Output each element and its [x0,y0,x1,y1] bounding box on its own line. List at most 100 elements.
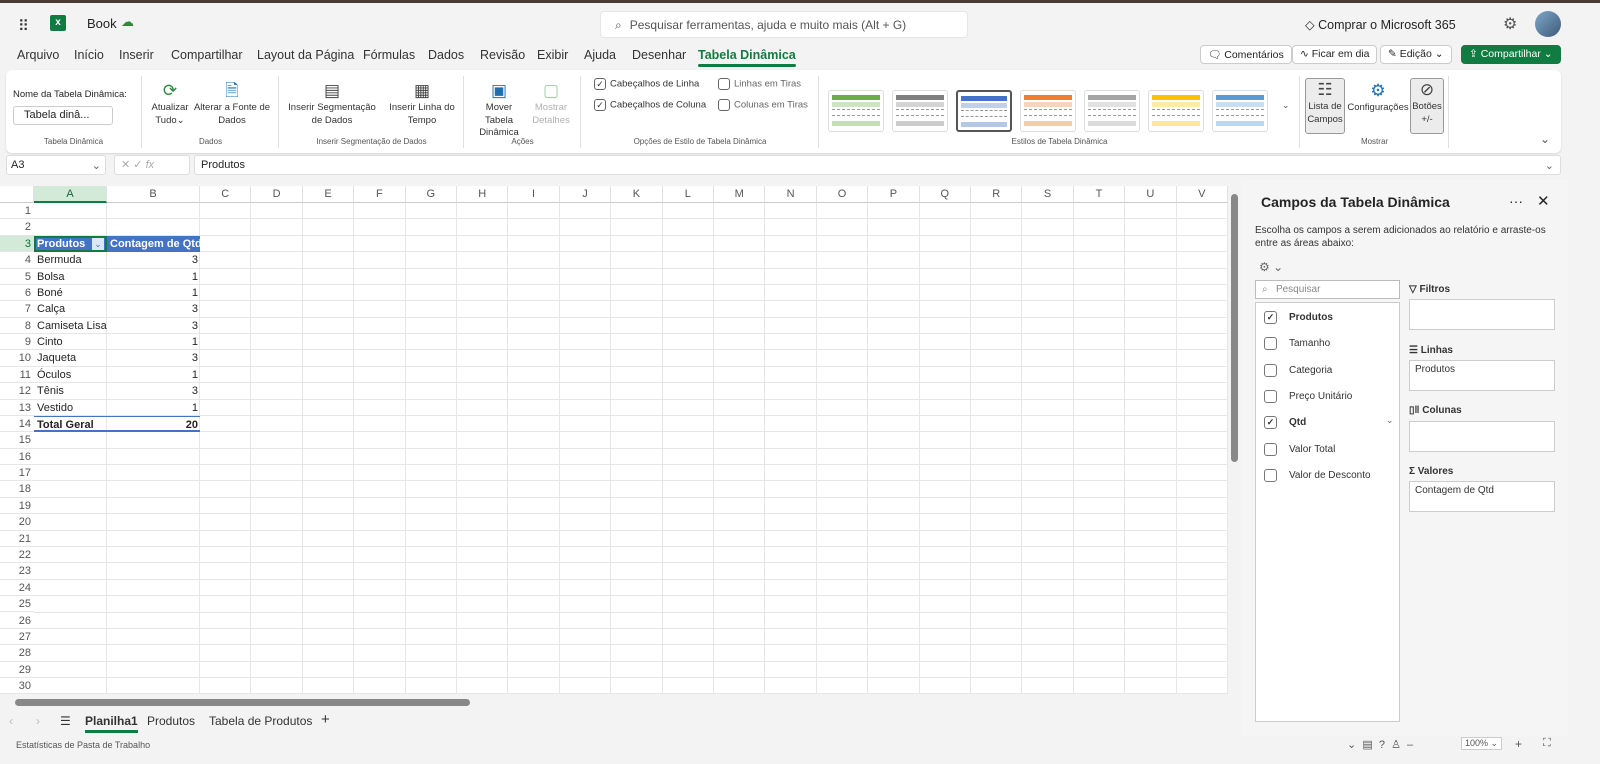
field-item[interactable]: ✓ Qtd [1264,416,1306,430]
column-header[interactable]: N [765,186,817,203]
banded-columns-checkbox[interactable]: Colunas em Tiras [718,99,808,111]
tab-compartilhar[interactable]: Compartilhar [171,48,243,62]
column-header[interactable]: L [662,186,714,203]
cell[interactable]: Jaqueta [34,350,107,366]
pivot-style-option[interactable] [828,90,884,132]
catch-up-button[interactable]: ∿ Ficar em dia [1292,45,1378,64]
row-header[interactable]: 7 [0,301,34,318]
cell[interactable]: Total Geral [34,415,107,433]
field-checkbox[interactable] [1264,363,1277,377]
column-header[interactable]: H [457,186,509,203]
refresh-all-button[interactable]: ⟳ Atualizar Tudo⌄ [149,80,191,127]
pivot-style-option[interactable] [1020,90,1076,132]
field-list-button[interactable]: ☷ Lista de Campos [1305,78,1345,134]
ribbon-collapse-icon[interactable]: ⌄ [1540,132,1550,146]
avatar[interactable] [1535,11,1561,37]
cell[interactable]: Contagem de Qtd [107,235,202,253]
field-search-input[interactable]: ⌕ Pesquisar [1255,280,1400,299]
values-area-item[interactable]: Contagem de Qtd [1415,485,1494,496]
row-header[interactable]: 16 [0,449,34,466]
cell[interactable]: 20 [107,415,200,433]
row-header[interactable]: 19 [0,498,34,515]
cell[interactable]: 3 [107,301,200,317]
banded-rows-checkbox[interactable]: Linhas em Tiras [718,78,801,90]
cell[interactable]: 1 [107,334,200,350]
row-header[interactable]: 13 [0,400,34,416]
cell[interactable]: Boné [34,285,107,301]
column-header[interactable]: U [1125,186,1177,203]
field-options-chevron-icon[interactable]: ⌄ [1386,415,1394,426]
column-header[interactable]: D [251,186,303,203]
cell[interactable]: Calça [34,301,107,317]
column-header[interactable]: S [1022,186,1074,203]
row-header[interactable]: 6 [0,285,34,302]
field-checkbox[interactable]: ✓ [1264,416,1277,430]
sheet-tab-tabela-de-produtos[interactable]: Tabela de Produtos [209,714,312,728]
gallery-expand-icon[interactable]: ⌄ [1282,100,1290,111]
row-header[interactable]: 9 [0,334,34,351]
tab-formulas[interactable]: Fórmulas [363,48,415,62]
sheet-tab-planilha1[interactable]: Planilha1 [85,714,138,733]
insert-timeline-button[interactable]: ▦ Inserir Linha do Tempo [384,80,460,127]
horizontal-scroll-thumb[interactable] [15,699,470,706]
tab-arquivo[interactable]: Arquivo [17,48,59,62]
expand-formula-icon[interactable]: ⌄ [1545,159,1554,172]
row-header[interactable]: 18 [0,481,34,498]
column-header[interactable]: Q [919,186,971,203]
tab-revisao[interactable]: Revisão [480,48,525,62]
row-header[interactable]: 27 [0,629,34,646]
more-options-icon[interactable]: ··· [1509,193,1523,209]
columns-area[interactable] [1409,421,1555,452]
cell[interactable]: 1 [107,400,200,416]
row-header[interactable]: 24 [0,580,34,597]
filter-dropdown-icon[interactable]: ⌄ [92,237,104,250]
field-checkbox[interactable] [1264,468,1277,482]
column-header[interactable]: C [200,186,252,203]
cell[interactable]: 1 [107,367,200,383]
column-header[interactable]: J [559,186,612,203]
function-icon[interactable]: fx [146,159,155,171]
document-title[interactable]: Book [87,16,117,31]
row-header[interactable]: 5 [0,269,34,285]
cancel-icon[interactable]: ✕ [121,159,130,171]
row-header[interactable]: 4 [0,252,34,269]
cell[interactable]: Camiseta Lisa [34,318,107,334]
row-header[interactable]: 30 [0,678,34,694]
spreadsheet-grid[interactable]: A B C D E F G H I J K L M N O P Q R S T U V 1 2 3 4 5 6 7 8 9 10 11 12 13 1… [0,186,1228,694]
settings-button[interactable]: ⚙ Configurações [1347,80,1409,115]
cell[interactable]: Vestido [34,400,107,416]
pivot-style-option[interactable] [1084,90,1140,132]
tab-dados[interactable]: Dados [428,48,464,62]
column-header[interactable]: A [34,186,107,203]
tab-exibir[interactable]: Exibir [537,48,568,62]
row-header[interactable]: 12 [0,383,34,400]
tab-desenhar[interactable]: Desenhar [632,48,686,62]
filters-area[interactable] [1409,299,1555,330]
move-pivot-button[interactable]: ▣ Mover Tabela Dinâmica [473,80,525,140]
row-header[interactable]: 10 [0,350,34,367]
row-header[interactable]: 11 [0,367,34,384]
row-header[interactable]: 15 [0,432,34,449]
row-header[interactable]: 22 [0,547,34,564]
row-header[interactable]: 23 [0,563,34,580]
settings-gear-icon[interactable]: ⚙ [1503,14,1517,34]
status-icons[interactable]: ⌄ ▤ ? ♙ – [1347,738,1413,751]
formula-input[interactable]: Produtos ⌄ [194,155,1561,175]
cell[interactable]: 1 [107,285,200,301]
pivot-style-option[interactable] [956,90,1012,132]
cell[interactable]: 3 [107,383,200,399]
field-checkbox[interactable] [1264,389,1277,403]
column-header[interactable]: M [714,186,766,203]
change-source-button[interactable]: 🗎 Alterar a Fonte de Dados [191,80,273,127]
zoom-in-icon[interactable]: + [1515,737,1522,751]
select-all-corner[interactable] [0,186,34,203]
pivot-name-input[interactable]: Tabela dinâ... [13,106,113,125]
all-sheets-menu-icon[interactable]: ☰ [60,714,71,728]
field-item[interactable]: Valor de Desconto [1264,468,1371,482]
confirm-icon[interactable]: ✓ [133,159,142,171]
row-header[interactable]: 29 [0,662,34,678]
column-header[interactable]: K [611,186,663,203]
field-item[interactable]: ✓ Produtos [1264,311,1333,324]
close-icon[interactable]: ✕ [1537,192,1550,210]
row-header[interactable]: 2 [0,219,34,236]
